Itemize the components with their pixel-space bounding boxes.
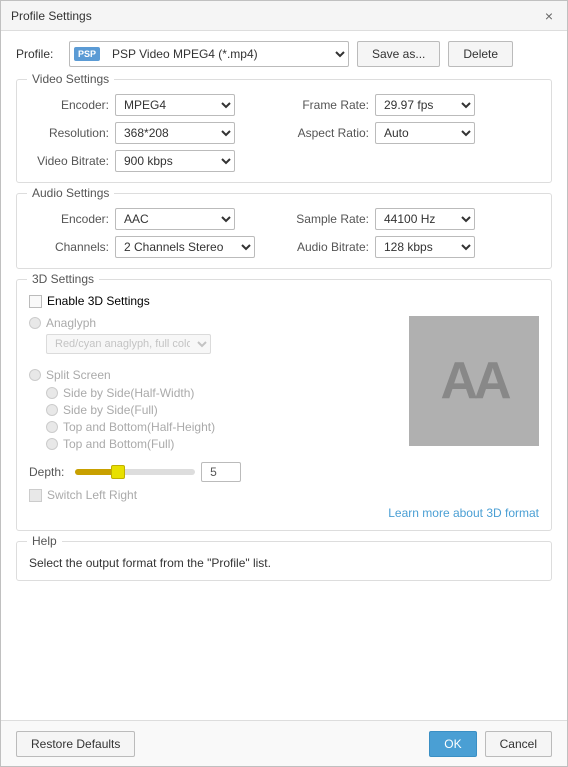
video-settings-title: Video Settings [27, 72, 114, 86]
depth-thumb[interactable] [111, 465, 125, 479]
anaglyph-radio-row: Anaglyph [29, 316, 399, 330]
psp-badge: PSP [74, 47, 100, 61]
dialog-title: Profile Settings [11, 9, 92, 23]
sample-rate-select[interactable]: 44100 Hz [375, 208, 475, 230]
help-text: Select the output format from the "Profi… [29, 556, 539, 570]
aspect-ratio-row: Aspect Ratio: Auto [289, 122, 539, 144]
close-button[interactable]: × [541, 8, 557, 24]
learn-more-link[interactable]: Learn more about 3D format [29, 506, 539, 520]
audio-settings-grid: Encoder: AAC Sample Rate: 44100 Hz Chann… [29, 208, 539, 258]
depth-input[interactable] [201, 462, 241, 482]
dialog-content: Profile: PSP PSP Video MPEG4 (*.mp4) Sav… [1, 31, 567, 720]
channels-select[interactable]: 2 Channels Stereo [115, 236, 255, 258]
save-as-button[interactable]: Save as... [357, 41, 440, 67]
channels-row: Channels: 2 Channels Stereo [29, 236, 279, 258]
enable-3d-checkbox[interactable] [29, 295, 42, 308]
split-screen-label: Split Screen [46, 368, 111, 382]
channels-label: Channels: [29, 240, 109, 254]
preview-text: AA [440, 351, 507, 411]
dialog-footer: Restore Defaults OK Cancel [1, 720, 567, 766]
ok-button[interactable]: OK [429, 731, 476, 757]
top-bottom-full-label: Top and Bottom(Full) [63, 437, 174, 451]
top-bottom-half-radio[interactable] [46, 421, 58, 433]
profile-dropdown[interactable]: PSP Video MPEG4 (*.mp4) [104, 42, 348, 66]
cancel-button[interactable]: Cancel [485, 731, 552, 757]
side-by-side-full-radio[interactable] [46, 404, 58, 416]
encoder-select[interactable]: MPEG4 [115, 94, 235, 116]
frame-rate-label: Frame Rate: [289, 98, 369, 112]
side-by-side-full-row: Side by Side(Full) [29, 403, 399, 417]
side-by-side-half-row: Side by Side(Half-Width) [29, 386, 399, 400]
enable-3d-label: Enable 3D Settings [47, 294, 150, 308]
resolution-select[interactable]: 368*208 [115, 122, 235, 144]
anaglyph-select[interactable]: Red/cyan anaglyph, full color [46, 334, 211, 354]
sample-rate-label: Sample Rate: [289, 212, 369, 226]
aspect-ratio-select[interactable]: Auto [375, 122, 475, 144]
profile-label: Profile: [16, 47, 61, 61]
audio-encoder-row: Encoder: AAC [29, 208, 279, 230]
top-bottom-full-row: Top and Bottom(Full) [29, 437, 399, 451]
video-settings-grid: Encoder: MPEG4 Frame Rate: 29.97 fps Res… [29, 94, 539, 172]
profile-row: Profile: PSP PSP Video MPEG4 (*.mp4) Sav… [16, 41, 552, 67]
audio-bitrate-select[interactable]: 128 kbps [375, 236, 475, 258]
delete-button[interactable]: Delete [448, 41, 513, 67]
switch-row: Switch Left Right [29, 488, 539, 502]
anaglyph-radio[interactable] [29, 317, 41, 329]
three-d-body: Anaglyph Red/cyan anaglyph, full color S… [29, 316, 539, 454]
help-section: Help Select the output format from the "… [16, 541, 552, 581]
restore-defaults-button[interactable]: Restore Defaults [16, 731, 135, 757]
audio-encoder-label: Encoder: [29, 212, 109, 226]
top-bottom-half-row: Top and Bottom(Half-Height) [29, 420, 399, 434]
encoder-label: Encoder: [29, 98, 109, 112]
split-screen-radio[interactable] [29, 369, 41, 381]
side-by-side-half-radio[interactable] [46, 387, 58, 399]
audio-bitrate-row: Audio Bitrate: 128 kbps [289, 236, 539, 258]
profile-settings-dialog: Profile Settings × Profile: PSP PSP Vide… [0, 0, 568, 767]
frame-rate-select[interactable]: 29.97 fps [375, 94, 475, 116]
anaglyph-section: Anaglyph Red/cyan anaglyph, full color [29, 316, 399, 360]
frame-rate-row: Frame Rate: 29.97 fps [289, 94, 539, 116]
switch-checkbox[interactable] [29, 489, 42, 502]
encoder-row: Encoder: MPEG4 [29, 94, 279, 116]
audio-bitrate-label: Audio Bitrate: [289, 240, 369, 254]
split-screen-radio-row: Split Screen [29, 368, 399, 382]
audio-settings-title: Audio Settings [27, 186, 114, 200]
depth-label: Depth: [29, 465, 69, 479]
side-by-side-half-label: Side by Side(Half-Width) [63, 386, 194, 400]
resolution-row: Resolution: 368*208 [29, 122, 279, 144]
preview-box: AA [409, 316, 539, 446]
sample-rate-row: Sample Rate: 44100 Hz [289, 208, 539, 230]
title-bar: Profile Settings × [1, 1, 567, 31]
help-section-title: Help [27, 534, 62, 548]
video-settings-section: Video Settings Encoder: MPEG4 Frame Rate… [16, 79, 552, 183]
enable-3d-row: Enable 3D Settings [29, 294, 539, 308]
audio-encoder-select[interactable]: AAC [115, 208, 235, 230]
video-bitrate-row: Video Bitrate: 900 kbps [29, 150, 279, 172]
resolution-label: Resolution: [29, 126, 109, 140]
three-d-options: Anaglyph Red/cyan anaglyph, full color S… [29, 316, 399, 454]
footer-right-buttons: OK Cancel [429, 731, 552, 757]
side-by-side-full-label: Side by Side(Full) [63, 403, 158, 417]
video-bitrate-select[interactable]: 900 kbps [115, 150, 235, 172]
aspect-ratio-label: Aspect Ratio: [289, 126, 369, 140]
video-bitrate-label: Video Bitrate: [29, 154, 109, 168]
depth-slider-track[interactable] [75, 469, 195, 475]
switch-label: Switch Left Right [47, 488, 137, 502]
three-d-settings-title: 3D Settings [27, 272, 99, 286]
audio-settings-section: Audio Settings Encoder: AAC Sample Rate:… [16, 193, 552, 269]
top-bottom-full-radio[interactable] [46, 438, 58, 450]
profile-select-wrapper[interactable]: PSP PSP Video MPEG4 (*.mp4) [69, 41, 349, 67]
anaglyph-label: Anaglyph [46, 316, 96, 330]
three-d-settings-section: 3D Settings Enable 3D Settings Anaglyph … [16, 279, 552, 531]
top-bottom-half-label: Top and Bottom(Half-Height) [63, 420, 215, 434]
depth-row: Depth: [29, 462, 539, 482]
